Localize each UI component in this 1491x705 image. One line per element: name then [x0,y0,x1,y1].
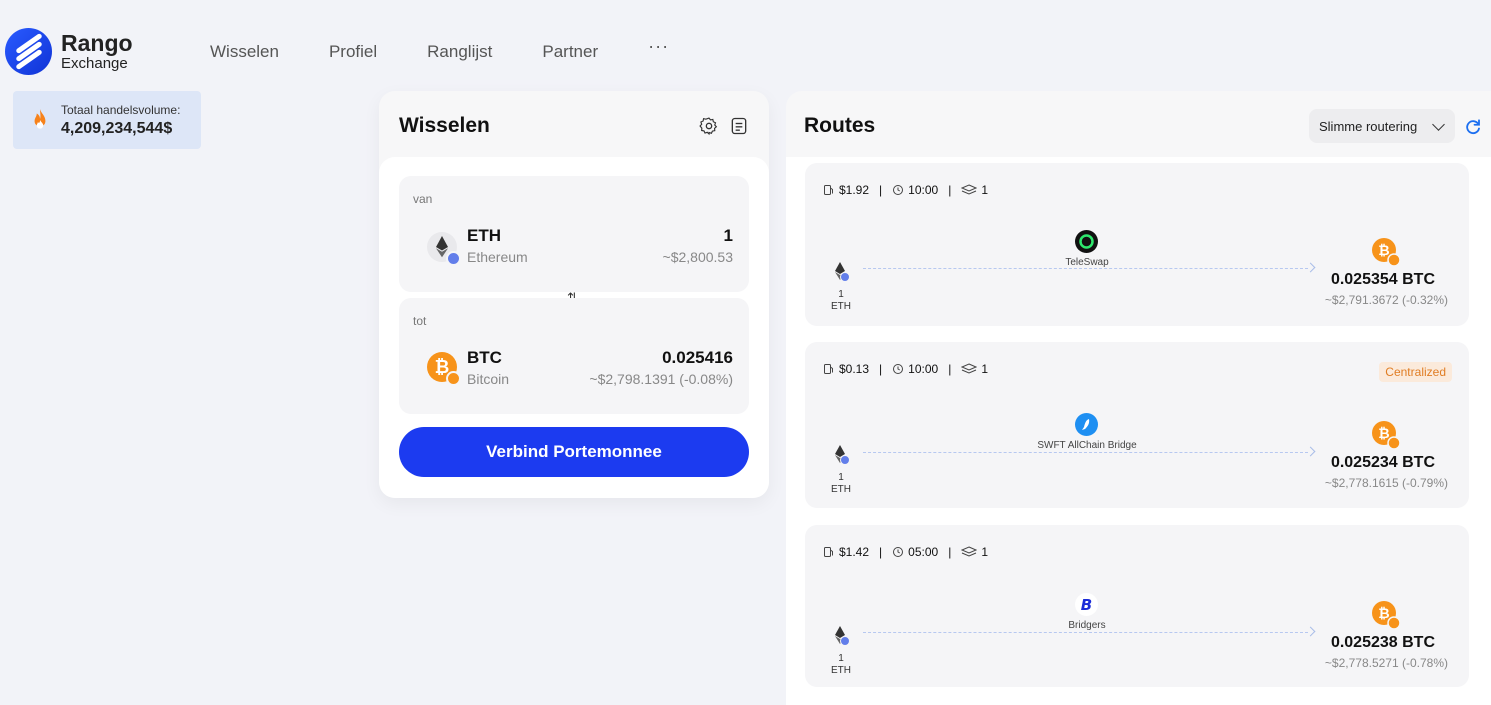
nav-profiel[interactable]: Profiel [329,42,377,63]
clock-icon [893,364,904,374]
settings-gear-icon[interactable] [699,116,719,136]
from-label: van [413,192,433,206]
btc-coin-icon: ₿ [1372,421,1401,450]
volume-label: Totaal handelsvolume: [61,102,181,117]
route-src-symbol: ETH [831,301,851,312]
clock-icon [893,547,904,557]
route-provider-name: TeleSwap [1065,257,1109,268]
btc-coin-icon: ₿ [427,352,461,386]
bitcoin-chain-badge-icon [446,371,461,386]
to-label: tot [413,314,427,328]
layers-icon [961,184,978,195]
volume-value: 4,209,234,544$ [61,119,173,137]
route-path-line [863,268,1308,269]
to-symbol: BTC [467,348,502,367]
from-usd: ~$2,800.53 [662,249,733,265]
swft-logo-icon [1075,413,1098,436]
layers-icon [961,363,978,374]
from-token-box[interactable]: van ETH Ethereum 1 ~$2,800.53 [399,176,749,292]
rango-logo[interactable]: Rango Exchange [5,28,133,75]
swap-title: Wisselen [399,114,490,137]
route-output-amount: 0.025238 BTC [1330,634,1435,651]
route-steps: 1 [981,545,988,559]
from-symbol: ETH [467,226,501,245]
btc-coin-icon: ₿ [1372,601,1401,630]
gas-fee-icon [824,364,833,374]
more-menu-icon[interactable]: ··· [648,36,669,57]
btc-coin-icon: ₿ [1372,238,1401,267]
route-steps: 1 [981,183,988,197]
nav-ranglijst[interactable]: Ranglijst [427,42,492,63]
route-output-usd: ~$2,778.1615 (-0.79%) [1324,476,1448,490]
route-output-amount: 0.025354 BTC [1330,271,1435,288]
route-src-symbol: ETH [831,665,851,676]
to-usd: ~$2,798.1391 (-0.08%) [589,371,733,387]
route-fee: $0.13 [839,362,870,376]
eth-coin-icon [835,262,850,282]
svg-text:₿: ₿ [1378,606,1389,622]
route-path-line [863,632,1308,633]
route-card[interactable]: $0.13 | 10:00 | 1 Centralized 1 ETH SWFT … [805,342,1469,508]
route-card[interactable]: $1.92 | 10:00 | 1 1 ETH TeleSwap ₿ 0.0253… [805,163,1469,326]
swap-card: Wisselen van ETH Ethereum 1 ~$2,800.53 ⇅… [379,91,769,498]
gas-fee-icon [824,547,833,557]
to-name: Bitcoin [467,371,510,387]
route-arrow-icon [1305,626,1316,637]
routing-sort-value: Slimme routering [1319,119,1418,134]
route-fee: $1.92 [839,183,870,197]
connect-wallet-button[interactable]: Verbind Portemonnee [399,427,749,477]
clock-icon [893,185,904,195]
route-fee: $1.42 [839,545,870,559]
chevron-down-icon [1432,118,1445,131]
main-nav: Wisselen Profiel Ranglijst Partner ··· [210,36,669,63]
route-arrow-icon [1305,262,1316,273]
svg-text:₿: ₿ [1378,243,1389,259]
routes-list: $1.92 | 10:00 | 1 1 ETH TeleSwap ₿ 0.0253… [786,157,1491,705]
ethereum-chain-badge-icon [446,251,461,266]
route-output-usd: ~$2,791.3672 (-0.32%) [1324,293,1448,307]
to-token-box[interactable]: tot ₿ BTC Bitcoin 0.025416 ~$2,798.1391 … [399,298,749,414]
route-src-amount: 1 [838,289,844,300]
route-path-line [863,452,1308,453]
nav-partner[interactable]: Partner [542,42,598,63]
route-time: 10:00 [908,183,939,197]
rango-logo-icon [5,28,52,75]
flame-icon [34,109,46,129]
route-src-amount: 1 [838,653,844,664]
route-provider-name: SWFT AllChain Bridge [1037,440,1137,451]
route-time: 10:00 [908,362,939,376]
route-output-usd: ~$2,778.5271 (-0.78%) [1324,656,1448,670]
bridgers-logo-icon: B [1075,593,1098,616]
route-time: 05:00 [908,545,939,559]
routes-panel: Routes Slimme routering $1.92 | 10:00 | … [786,91,1491,705]
from-name: Ethereum [467,249,528,265]
route-src-amount: 1 [838,472,844,483]
eth-coin-icon [835,445,850,465]
route-steps: 1 [981,362,988,376]
to-amount: 0.025416 [662,348,733,367]
refresh-icon[interactable] [1464,118,1482,136]
route-arrow-icon [1305,446,1316,457]
routing-sort-select[interactable]: Slimme routering [1309,109,1455,143]
layers-icon [961,546,978,557]
trade-volume-badge: Totaal handelsvolume: 4,209,234,544$ [13,91,201,149]
route-provider-name: Bridgers [1068,620,1106,631]
route-src-symbol: ETH [831,484,851,495]
gas-fee-icon [824,185,833,195]
route-output-amount: 0.025234 BTC [1330,454,1435,471]
svg-text:B: B [1081,596,1092,614]
svg-text:₿: ₿ [1378,426,1389,442]
nav-wisselen[interactable]: Wisselen [210,42,279,63]
routes-title: Routes [804,114,876,137]
brand-name: Rango [61,30,133,56]
teleswap-logo-icon [1075,230,1098,253]
from-amount[interactable]: 1 [724,226,733,246]
history-icon[interactable] [729,116,749,136]
centralized-badge: Centralized [1379,362,1452,382]
brand-sub: Exchange [61,55,128,72]
eth-coin-icon [835,626,850,646]
route-card[interactable]: $1.42 | 05:00 | 1 1 ETH B Bridgers ₿ 0.02… [805,525,1469,687]
eth-coin-icon [427,232,461,266]
